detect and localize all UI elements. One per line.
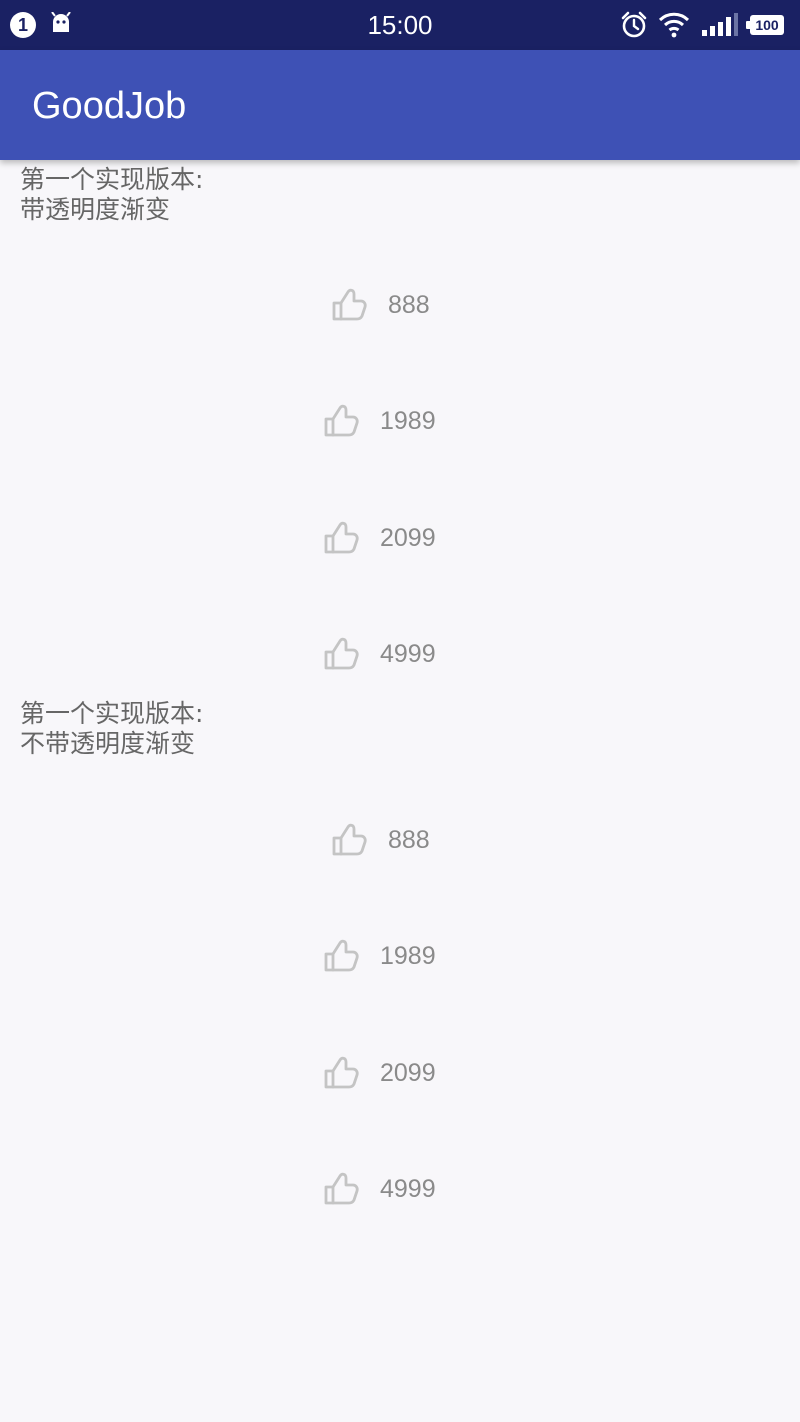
like-item[interactable]: 4999 <box>318 1168 468 1212</box>
thumbs-up-icon[interactable] <box>322 404 360 440</box>
thumbs-up-icon[interactable] <box>322 521 360 557</box>
section-label: 第一个实现版本: 带透明度渐变 <box>20 165 204 224</box>
status-bar: 1 15:00 100 <box>0 0 800 50</box>
app-bar: GoodJob <box>0 50 800 160</box>
signal-icon <box>700 13 740 41</box>
like-count: 4999 <box>380 640 436 668</box>
like-item[interactable]: 1989 <box>318 935 468 979</box>
alarm-icon <box>620 11 648 43</box>
like-item[interactable]: 2099 <box>318 517 468 561</box>
like-count: 1989 <box>380 942 436 970</box>
like-item[interactable]: 888 <box>318 819 468 863</box>
battery-icon: 100 <box>746 15 784 35</box>
thumbs-up-icon[interactable] <box>322 939 360 975</box>
like-count: 2099 <box>380 1059 436 1087</box>
thumbs-up-icon[interactable] <box>322 1056 360 1092</box>
thumbs-up-icon[interactable] <box>322 1172 360 1208</box>
section-label: 第一个实现版本: 不带透明度渐变 <box>20 699 204 758</box>
like-count: 1989 <box>380 407 436 435</box>
like-count: 888 <box>388 826 430 854</box>
like-item[interactable]: 1989 <box>318 400 468 444</box>
thumbs-up-icon[interactable] <box>322 637 360 673</box>
like-count: 4999 <box>380 1175 436 1203</box>
thumbs-up-icon[interactable] <box>330 288 368 324</box>
like-count: 888 <box>388 291 430 319</box>
like-item[interactable]: 888 <box>318 284 468 328</box>
like-count: 2099 <box>380 524 436 552</box>
like-item[interactable]: 2099 <box>318 1052 468 1096</box>
wifi-icon <box>658 12 690 42</box>
like-item[interactable]: 4999 <box>318 633 468 677</box>
app-title: GoodJob <box>32 85 187 127</box>
thumbs-up-icon[interactable] <box>330 823 368 859</box>
